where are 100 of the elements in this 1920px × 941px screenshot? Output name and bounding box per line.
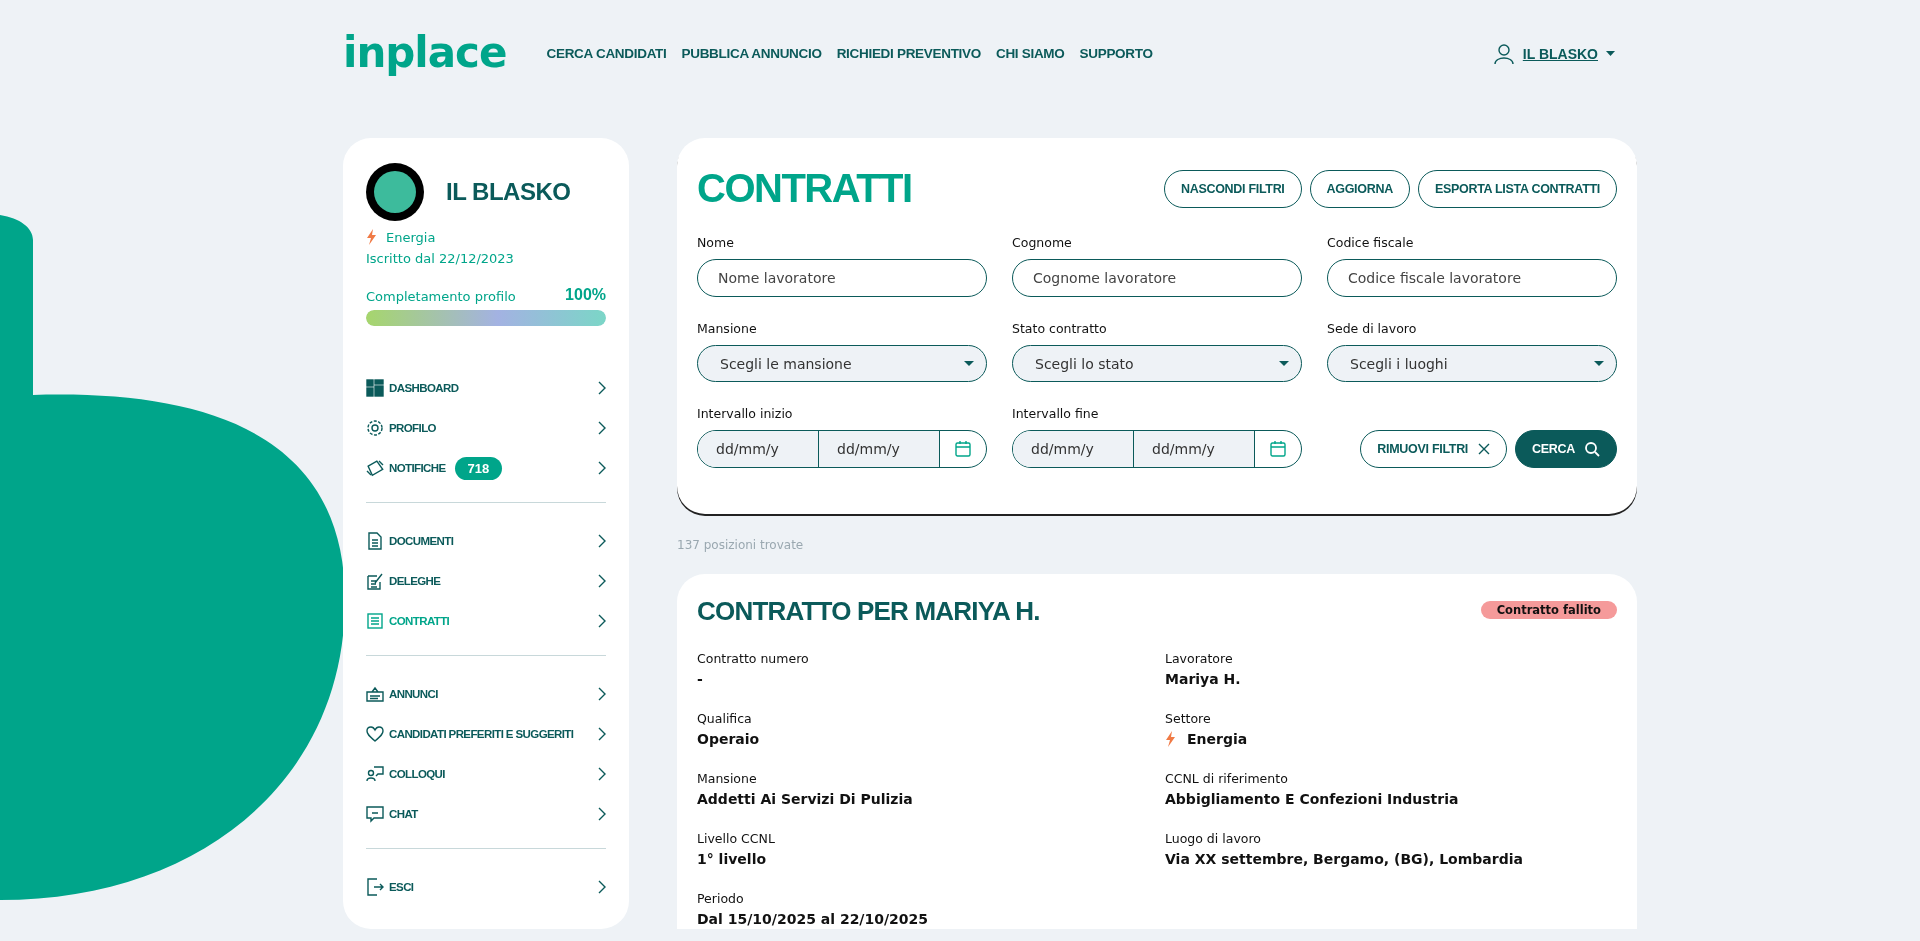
field-label: Cognome — [1012, 235, 1073, 250]
contract-title: CONTRATTO PER MARIYA H. — [697, 596, 1040, 627]
field-label: Intervallo fine — [1012, 406, 1100, 421]
sidebar-item[interactable]: CANDIDATI PREFERITI E SUGGERITI — [366, 714, 606, 754]
chevron-right-icon — [596, 806, 606, 822]
field-label: Mansione — [697, 771, 758, 786]
field-label: Contratto numero — [697, 651, 810, 666]
member-since: Iscritto dal 22/12/2023 — [366, 251, 515, 266]
menu-icon — [366, 765, 384, 783]
select-field[interactable]: Scegli i luoghi — [1327, 345, 1617, 382]
completion-label: Completamento profilo — [366, 289, 516, 304]
field-label: Lavoratore — [1165, 651, 1234, 666]
field-label: Nome — [697, 235, 735, 250]
field-label: Sede di lavoro — [1327, 321, 1418, 336]
user-icon — [1492, 42, 1515, 65]
field-value: - — [697, 671, 704, 687]
caret-icon — [1279, 361, 1289, 366]
input-field[interactable]: Codice fiscale lavoratore — [1327, 259, 1617, 297]
bolt-icon — [366, 229, 376, 245]
field-value: Via XX settembre, Bergamo, (BG), Lombardia — [1165, 851, 1524, 867]
input-field[interactable]: Nome lavoratore — [697, 259, 987, 297]
field-value: Energia — [1187, 731, 1248, 747]
sidebar-item[interactable]: NOTIFICHE 718 — [366, 448, 606, 488]
caret-icon — [964, 361, 974, 366]
search-button[interactable]: CERCA — [1515, 430, 1617, 468]
sector-label: Energia — [386, 229, 436, 245]
sidebar-item[interactable]: DOCUMENTI — [366, 521, 606, 561]
chevron-right-icon — [596, 573, 606, 589]
field-label: CCNL di riferimento — [1165, 771, 1289, 786]
company-name: IL BLASKO — [446, 178, 571, 206]
menu-icon — [366, 878, 384, 896]
search-icon — [1585, 441, 1600, 457]
chevron-right-icon — [596, 533, 606, 549]
close-icon — [1478, 443, 1491, 455]
field-value: Operaio — [697, 731, 761, 747]
date-input[interactable]: dd/mm/y — [819, 431, 940, 467]
results-count: 137 posizioni trovate — [677, 538, 805, 552]
field-value: Addetti Ai Servizi Di Pulizia — [697, 791, 914, 807]
menu-icon — [366, 725, 384, 743]
completion-value: 100% — [565, 286, 606, 304]
sidebar-item[interactable]: PROFILO — [366, 408, 606, 448]
field-value: Mariya H. — [1165, 671, 1242, 687]
field-label: Livello CCNL — [697, 831, 776, 846]
status-badge: Contratto fallito — [1480, 601, 1617, 619]
menu-icon — [366, 379, 384, 397]
field-label: Luogo di lavoro — [1165, 831, 1262, 846]
select-field[interactable]: Scegli lo stato — [1012, 345, 1302, 382]
clear-filters-button[interactable]: RIMUOVI FILTRI — [1360, 430, 1508, 468]
input-field[interactable]: Cognome lavoratore — [1012, 259, 1302, 297]
nav-link[interactable]: PUBBLICA ANNUNCIO — [681, 46, 822, 61]
calendar-icon[interactable] — [1270, 441, 1286, 457]
chevron-right-icon — [596, 879, 606, 895]
sidebar-item[interactable]: ANNUNCI — [366, 674, 606, 714]
nav-link[interactable]: CHI SIAMO — [995, 46, 1065, 61]
field-value: Abbigliamento E Confezioni Industria — [1165, 791, 1460, 807]
sidebar-item[interactable]: ESCI — [366, 867, 606, 907]
bolt-icon — [1165, 731, 1175, 747]
sidebar-item[interactable]: COLLOQUI — [366, 754, 606, 794]
field-value: 1° livello — [697, 851, 768, 867]
menu-icon — [366, 685, 384, 703]
chevron-right-icon — [596, 420, 606, 436]
nav-link[interactable]: SUPPORTO — [1079, 46, 1153, 61]
menu-icon — [366, 572, 384, 590]
field-label: Intervallo inizio — [697, 406, 794, 421]
field-label: Stato contratto — [1012, 321, 1108, 336]
date-input[interactable]: dd/mm/y — [1134, 431, 1255, 467]
menu-icon — [366, 459, 384, 477]
menu-icon — [366, 612, 384, 630]
sidebar-item[interactable]: DASHBOARD — [366, 368, 606, 408]
menu-icon — [366, 532, 384, 550]
calendar-icon[interactable] — [955, 441, 971, 457]
avatar — [366, 163, 424, 221]
chevron-right-icon — [596, 766, 606, 782]
field-label: Qualifica — [697, 711, 753, 726]
date-input[interactable]: dd/mm/y — [698, 431, 819, 467]
field-label: Mansione — [697, 321, 758, 336]
nav-link[interactable]: CERCA CANDIDATI — [546, 46, 667, 61]
menu-icon — [366, 419, 384, 437]
chevron-right-icon — [596, 686, 606, 702]
field-label: Periodo — [697, 891, 745, 906]
action-button[interactable]: AGGIORNA — [1309, 169, 1410, 208]
menu-icon — [366, 805, 384, 823]
caret-icon — [1594, 361, 1604, 366]
chevron-right-icon — [596, 460, 606, 476]
nav-link[interactable]: RICHIEDI PREVENTIVO — [836, 46, 981, 61]
sidebar-item[interactable]: CHAT — [366, 794, 606, 834]
chevron-right-icon — [596, 380, 606, 396]
chevron-right-icon — [596, 613, 606, 629]
date-input[interactable]: dd/mm/y — [1013, 431, 1134, 467]
chevron-right-icon — [596, 726, 606, 742]
action-button[interactable]: NASCONDI FILTRI — [1163, 169, 1302, 208]
user-menu[interactable]: IL BLASKO — [1522, 45, 1598, 62]
count-badge: 718 — [454, 456, 503, 480]
field-label: Codice fiscale — [1327, 235, 1415, 250]
action-button[interactable]: ESPORTA LISTA CONTRATTI — [1417, 169, 1617, 208]
select-field[interactable]: Scegli le mansione — [697, 345, 987, 382]
field-value: Dal 15/10/2025 al 22/10/2025 — [697, 911, 930, 927]
page-title: CONTRATTI — [697, 166, 912, 211]
sidebar-item[interactable]: DELEGHE — [366, 561, 606, 601]
caret-icon — [1606, 51, 1615, 56]
